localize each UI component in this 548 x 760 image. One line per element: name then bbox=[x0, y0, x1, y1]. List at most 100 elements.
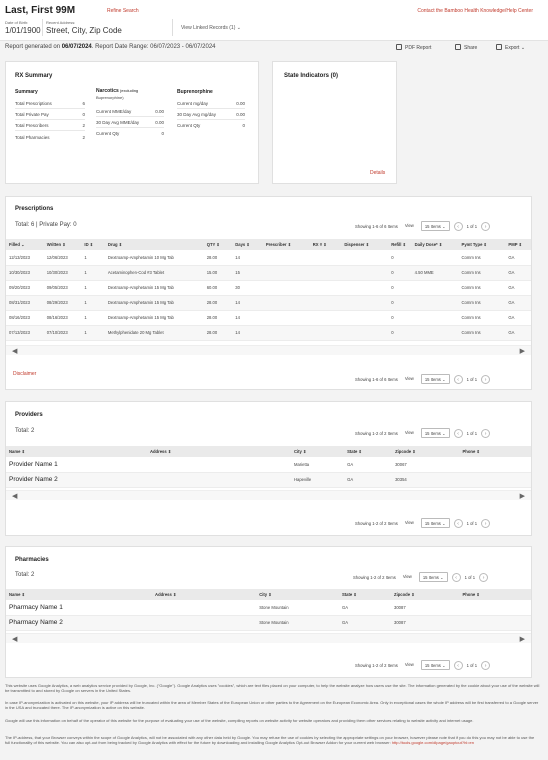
table-row[interactable]: Pharmacy Name 2 Stone Mountain GA 30087 bbox=[6, 615, 531, 631]
table-cell: 10/30/2023 bbox=[6, 265, 44, 281]
horizontal-scrollbar[interactable]: ◀ ▶ bbox=[6, 490, 531, 500]
column-header[interactable]: Filled ⌄ bbox=[6, 239, 44, 250]
next-page-icon[interactable]: › bbox=[481, 518, 491, 528]
items-per-page-select[interactable]: 15 Items ⌄ bbox=[418, 572, 448, 582]
disclaimer-link[interactable]: Disclaimer bbox=[13, 371, 36, 377]
column-header[interactable]: Refill ⇕ bbox=[388, 239, 412, 250]
next-page-icon[interactable]: › bbox=[479, 572, 489, 582]
column-header[interactable]: State ⇕ bbox=[344, 446, 393, 457]
table-cell: 30 bbox=[232, 280, 263, 296]
column-header[interactable]: Written ⇕ bbox=[43, 239, 82, 250]
scroll-left-icon[interactable]: ◀ bbox=[12, 635, 17, 643]
column-header[interactable]: Days ⇕ bbox=[232, 239, 263, 250]
providers-title: Providers bbox=[15, 412, 43, 418]
dob-value: 1/01/1900 bbox=[5, 26, 41, 35]
column-header[interactable]: Daily Dose* ⇕ bbox=[411, 239, 459, 250]
column-header[interactable]: State ⇕ bbox=[338, 589, 392, 600]
pharmacies-title: Pharmacies bbox=[15, 557, 49, 563]
table-cell: 28.00 bbox=[203, 325, 233, 341]
column-header[interactable]: RX # ⇕ bbox=[309, 239, 342, 250]
table-cell bbox=[152, 615, 257, 631]
horizontal-scrollbar[interactable]: ◀ ▶ bbox=[6, 345, 531, 355]
table-cell: Pharmacy Name 2 bbox=[6, 615, 153, 631]
table-row[interactable]: 08/16/2023 08/16/2023 1 Dextroamp-Amphetami… bbox=[6, 310, 531, 326]
horizontal-scrollbar[interactable]: ◀ ▶ bbox=[6, 633, 531, 643]
table-row[interactable]: 10/30/2023 10/30/2023 1 Acetaminophen-Cod #… bbox=[6, 265, 531, 281]
next-page-icon[interactable]: › bbox=[481, 660, 491, 670]
column-header[interactable]: Zipcode ⇕ bbox=[392, 446, 460, 457]
prev-page-icon[interactable]: ‹ bbox=[453, 518, 463, 528]
table-cell bbox=[262, 280, 310, 296]
table-row[interactable]: Provider Name 2 Hapeville GA 30354 bbox=[6, 472, 531, 488]
summary-heading: Summary bbox=[15, 89, 38, 95]
column-header[interactable]: Phone ⇕ bbox=[459, 446, 531, 457]
column-header[interactable]: City ⇕ bbox=[290, 446, 345, 457]
items-per-page-select[interactable]: 15 Items ⌄ bbox=[420, 428, 450, 438]
column-header[interactable]: QTY ⇕ bbox=[203, 239, 233, 250]
address-label: Recent Address: bbox=[46, 20, 76, 25]
refine-search-link[interactable]: Refine Search bbox=[107, 8, 139, 14]
pdf-report-button[interactable]: PDF Report bbox=[396, 44, 431, 51]
column-header[interactable]: Name ⇕ bbox=[6, 446, 147, 457]
next-page-icon[interactable]: › bbox=[481, 428, 491, 438]
scroll-right-icon[interactable]: ▶ bbox=[520, 635, 525, 643]
prescriptions-card: Prescriptions Total: 6 | Private Pay: 0 … bbox=[5, 196, 532, 390]
table-cell bbox=[411, 295, 459, 311]
column-header[interactable]: ID ⇕ bbox=[81, 239, 105, 250]
table-row[interactable]: Pharmacy Name 1 Stone Mountain GA 30087 bbox=[6, 600, 531, 616]
view-linked-records-dropdown[interactable]: View Linked Records (1) ⌄ bbox=[181, 25, 241, 31]
export-button[interactable]: Export ⌄ bbox=[496, 44, 525, 51]
next-page-icon[interactable]: › bbox=[481, 221, 491, 231]
column-header[interactable]: Prescriber ⇕ bbox=[262, 239, 310, 250]
scroll-left-icon[interactable]: ◀ bbox=[12, 347, 17, 355]
table-cell: Comm Ins bbox=[458, 325, 506, 341]
analytics-notice-1: This website uses Google Analytics, a we… bbox=[5, 683, 540, 694]
column-header[interactable]: Address ⇕ bbox=[152, 589, 257, 600]
prev-page-icon[interactable]: ‹ bbox=[453, 428, 463, 438]
column-header[interactable]: Address ⇕ bbox=[146, 446, 291, 457]
table-cell bbox=[309, 325, 342, 341]
items-per-page-select[interactable]: 15 Items ⌄ bbox=[420, 374, 450, 384]
column-header[interactable]: Drug ⇕ bbox=[104, 239, 204, 250]
analytics-notice-3: Google will use this information on beha… bbox=[5, 718, 474, 723]
table-cell: 09/20/2023 bbox=[6, 280, 44, 296]
table-cell: 30067 bbox=[392, 457, 460, 473]
column-header[interactable]: Phone ⇕ bbox=[459, 589, 531, 600]
scroll-left-icon[interactable]: ◀ bbox=[12, 492, 17, 500]
table-row[interactable]: 09/20/2023 09/05/2023 1 Dextroamp-Amphetami… bbox=[6, 280, 531, 296]
summary-row: Total Prescriptions 6 bbox=[15, 101, 85, 106]
column-header[interactable]: PMP ⇕ bbox=[505, 239, 531, 250]
next-page-icon[interactable]: › bbox=[481, 374, 491, 384]
scroll-right-icon[interactable]: ▶ bbox=[520, 347, 525, 355]
column-header[interactable]: Dispenser ⇕ bbox=[341, 239, 389, 250]
table-row[interactable]: Provider Name 1 Marietta GA 30067 bbox=[6, 457, 531, 473]
prev-page-icon[interactable]: ‹ bbox=[453, 660, 463, 670]
narcotics-row: Current Qty 0 bbox=[96, 131, 164, 136]
details-link[interactable]: Details bbox=[370, 170, 385, 176]
narcotics-row: Current MME/day 0.00 bbox=[96, 109, 164, 114]
share-button[interactable]: Share bbox=[455, 44, 477, 51]
opt-out-link[interactable]: http://tools.google.com/dlpage/gaoptout?… bbox=[392, 740, 474, 745]
table-row[interactable]: 08/31/2023 08/29/2023 1 Dextroamp-Amphetami… bbox=[6, 295, 531, 311]
contact-help-link[interactable]: Contact the Bamboo Health Knowledge/Help… bbox=[417, 8, 533, 14]
column-header[interactable]: City ⇕ bbox=[256, 589, 339, 600]
column-header[interactable]: Zipcode ⇕ bbox=[391, 589, 460, 600]
table-cell: 28.00 bbox=[203, 295, 233, 311]
column-header[interactable]: Pymt Type ⇕ bbox=[458, 239, 506, 250]
items-per-page-select[interactable]: 15 Items ⌄ bbox=[420, 518, 450, 528]
table-cell: Dextroamp-Amphetamin 15 Mg Tab bbox=[104, 310, 204, 326]
table-cell bbox=[411, 325, 459, 341]
rx-summary-title: RX Summary bbox=[15, 73, 53, 79]
column-header[interactable]: Name ⇕ bbox=[6, 589, 153, 600]
table-cell: Marietta bbox=[290, 457, 345, 473]
scroll-right-icon[interactable]: ▶ bbox=[520, 492, 525, 500]
table-cell: 1 bbox=[81, 265, 105, 281]
prev-page-icon[interactable]: ‹ bbox=[451, 572, 461, 582]
items-per-page-select[interactable]: 15 Items ⌄ bbox=[420, 221, 450, 231]
prev-page-icon[interactable]: ‹ bbox=[453, 374, 463, 384]
providers-total: Total: 2 bbox=[15, 428, 35, 434]
table-row[interactable]: 07/13/2023 07/10/2023 1 Methylphenidate 20 … bbox=[6, 325, 531, 341]
items-per-page-select[interactable]: 15 Items ⌄ bbox=[420, 660, 450, 670]
table-row[interactable]: 12/13/2023 12/06/2023 1 Dextroamp-Amphetami… bbox=[6, 250, 531, 266]
prev-page-icon[interactable]: ‹ bbox=[453, 221, 463, 231]
